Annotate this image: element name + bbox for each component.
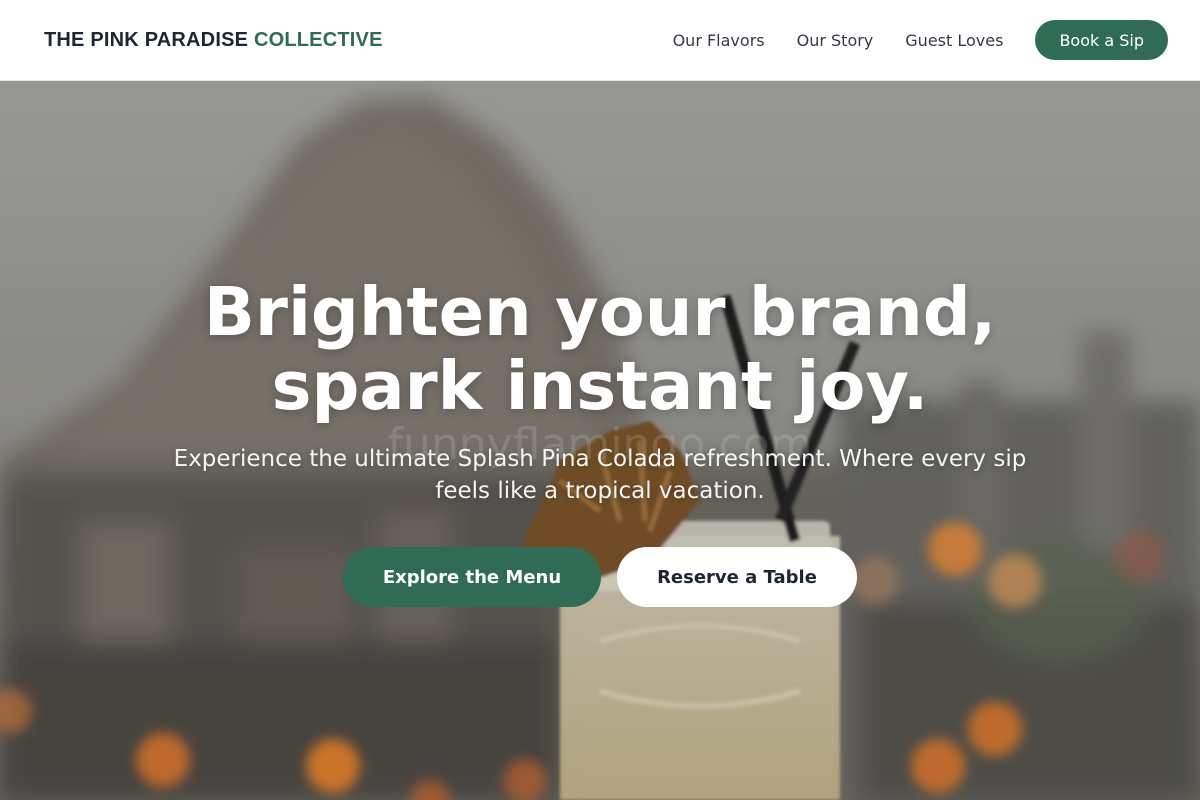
hero-headline-line1: Brighten your brand, (203, 273, 997, 351)
book-a-sip-button[interactable]: Book a Sip (1035, 20, 1168, 60)
reserve-table-button[interactable]: Reserve a Table (617, 547, 857, 607)
nav-link-our-story[interactable]: Our Story (797, 31, 874, 50)
explore-menu-button[interactable]: Explore the Menu (343, 547, 601, 607)
navbar: THE PINK PARADISE COLLECTIVE Our Flavors… (0, 0, 1200, 81)
hero-content: Brighten your brand, spark instant joy. … (0, 81, 1200, 800)
hero-section: funnyflamingo.com Brighten your brand, s… (0, 81, 1200, 800)
brand-name-accent: COLLECTIVE (253, 28, 383, 51)
brand-logo[interactable]: THE PINK PARADISE COLLECTIVE (44, 29, 383, 52)
brand-name: THE PINK PARADISE (44, 28, 249, 51)
hero-headline-line2: spark instant joy. (271, 347, 929, 425)
hero-headline: Brighten your brand, spark instant joy. (100, 275, 1100, 423)
hero-subtext: Experience the ultimate Splash Pina Cola… (173, 446, 1027, 504)
nav-link-our-flavors[interactable]: Our Flavors (673, 31, 765, 50)
nav-links: Our Flavors Our Story Guest Loves Book a… (673, 20, 1168, 60)
nav-link-guest-loves[interactable]: Guest Loves (905, 31, 1003, 50)
